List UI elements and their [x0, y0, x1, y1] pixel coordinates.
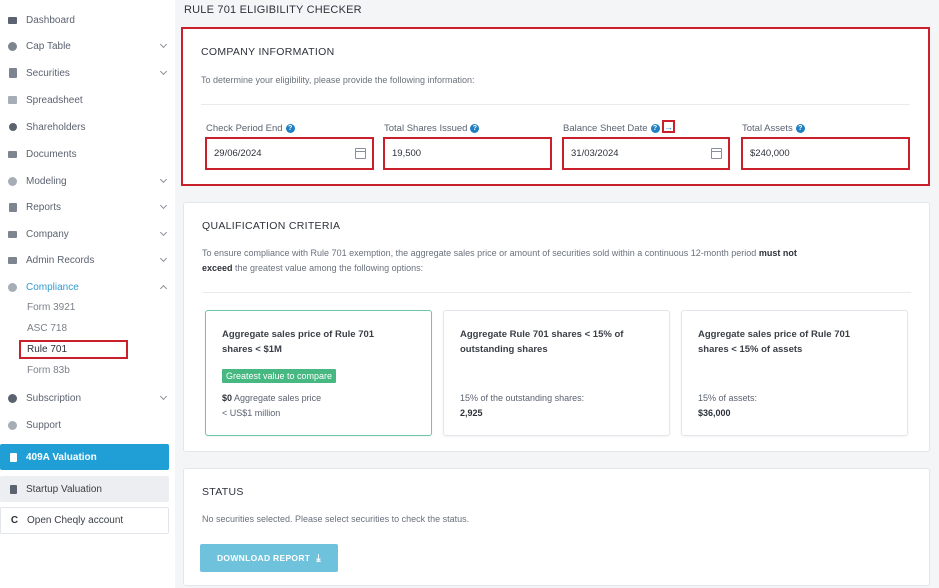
sidebar-item-company[interactable]: Company [0, 224, 175, 244]
criteria-option-outstanding-shares[interactable]: Aggregate Rule 701 shares < 15% of outst… [443, 310, 670, 436]
calendar-icon[interactable] [711, 148, 722, 159]
rule-701-highlight [19, 340, 128, 359]
sidebar-item-modeling[interactable]: Modeling [0, 171, 175, 191]
sidebar-item-compliance[interactable]: Compliance [0, 277, 175, 297]
chevron-down-icon [159, 228, 168, 237]
user-icon [8, 123, 17, 132]
409a-valuation-button[interactable]: 409A Valuation [0, 444, 169, 470]
page-title: RULE 701 ELIGIBILITY CHECKER [184, 4, 362, 16]
balance-sheet-date-field[interactable]: 31/03/2024 [562, 137, 730, 170]
download-report-button[interactable]: DOWNLOAD REPORT ⤓ [200, 544, 338, 572]
greatest-value-badge: Greatest value to compare [222, 369, 337, 383]
total-shares-issued-label: Total Shares Issued ? [384, 123, 480, 134]
document-icon [8, 68, 17, 78]
sidebar-item-cap-table[interactable]: Cap Table [0, 36, 175, 56]
building-icon [8, 230, 17, 239]
company-information-title: COMPANY INFORMATION [201, 46, 335, 58]
sidebar-item-documents[interactable]: Documents [0, 144, 175, 164]
qualification-criteria-description: To ensure compliance with Rule 701 exemp… [202, 248, 797, 273]
grid-icon [8, 96, 17, 105]
sidebar-subitem-asc-718[interactable]: ASC 718 [27, 323, 67, 334]
chevron-down-icon [159, 67, 168, 76]
qualification-criteria-title: QUALIFICATION CRITERIA [202, 220, 341, 232]
download-icon: ⤓ [316, 552, 321, 564]
sidebar-item-subscription[interactable]: Subscription [0, 388, 175, 408]
file-icon [9, 452, 18, 462]
total-shares-issued-field[interactable]: 19,500 [383, 137, 552, 170]
dashboard-icon [8, 16, 17, 25]
file-icon [9, 484, 18, 494]
bulb-icon [8, 176, 17, 186]
company-information-description: To determine your eligibility, please pr… [201, 75, 475, 85]
arrow-right-icon[interactable]: → [662, 120, 675, 133]
chevron-down-icon [159, 175, 168, 184]
status-title: STATUS [202, 486, 244, 498]
status-card: STATUS No securities selected. Please se… [183, 468, 930, 586]
cheqly-logo-icon: C [10, 515, 19, 526]
sidebar-subitem-form-83b[interactable]: Form 83b [27, 365, 70, 376]
company-information-card: COMPANY INFORMATION To determine your el… [181, 27, 930, 186]
pie-chart-icon [8, 41, 17, 51]
help-icon[interactable]: ? [285, 124, 295, 133]
chevron-down-icon [159, 392, 168, 401]
folder-icon [8, 150, 17, 159]
chevron-down-icon [159, 201, 168, 210]
sidebar-item-shareholders[interactable]: Shareholders [0, 117, 175, 137]
help-icon[interactable]: ? [795, 124, 805, 133]
check-period-end-label: Check Period End ? [206, 123, 295, 134]
chevron-up-icon [159, 284, 168, 293]
startup-valuation-button[interactable]: Startup Valuation [0, 476, 169, 502]
sidebar-subitem-form-3921[interactable]: Form 3921 [27, 302, 75, 313]
sidebar-item-support[interactable]: Support [0, 415, 175, 435]
check-period-end-field[interactable]: 29/06/2024 [205, 137, 374, 170]
sidebar-item-spreadsheet[interactable]: Spreadsheet [0, 90, 175, 110]
dollar-icon [8, 393, 17, 403]
criteria-option-assets[interactable]: Aggregate sales price of Rule 701 shares… [681, 310, 908, 436]
chevron-down-icon [159, 40, 168, 49]
shield-icon [8, 282, 17, 292]
divider [201, 104, 910, 105]
total-assets-field[interactable]: $240,000 [741, 137, 910, 170]
calendar-icon[interactable] [355, 148, 366, 159]
total-assets-label: Total Assets ? [742, 123, 805, 134]
chevron-down-icon [159, 254, 168, 263]
sidebar-item-securities[interactable]: Securities [0, 63, 175, 83]
sidebar-item-dashboard[interactable]: Dashboard [0, 10, 175, 30]
criteria-option-1m[interactable]: Aggregate sales price of Rule 701 shares… [205, 310, 432, 436]
qualification-criteria-card: QUALIFICATION CRITERIA To ensure complia… [183, 202, 930, 452]
sidebar-item-reports[interactable]: Reports [0, 197, 175, 217]
sidebar-item-admin-records[interactable]: Admin Records [0, 250, 175, 270]
divider [202, 292, 911, 293]
balance-sheet-date-label: Balance Sheet Date ? [563, 123, 660, 134]
report-icon [8, 202, 17, 212]
status-description: No securities selected. Please select se… [202, 514, 470, 524]
sidebar: Dashboard Cap Table Securities Spreadshe… [0, 0, 175, 588]
records-icon [8, 256, 17, 265]
help-icon[interactable]: ? [650, 124, 660, 133]
open-cheqly-account-button[interactable]: C Open Cheqly account [0, 507, 169, 534]
support-icon [8, 420, 17, 430]
help-icon[interactable]: ? [470, 124, 480, 133]
